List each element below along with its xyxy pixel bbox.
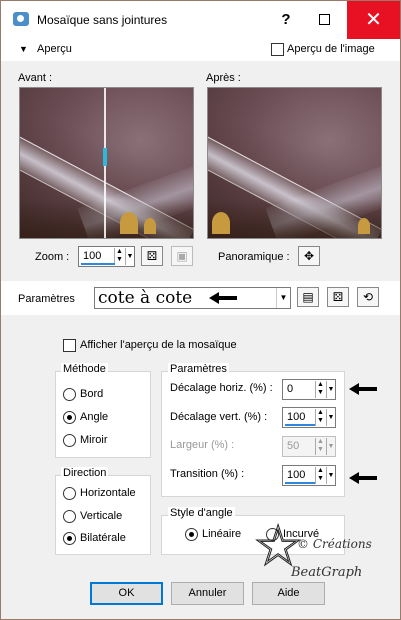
creator-watermark: ☆ © Créations BeatGraph bbox=[252, 518, 383, 591]
seam-marker[interactable] bbox=[103, 148, 107, 166]
dialog-window: Mosaïque sans jointures ? ✕ ▼ Aperçu Ape… bbox=[0, 0, 401, 620]
horiz-offset-value: 0 bbox=[287, 383, 294, 395]
after-preview-image bbox=[207, 87, 382, 239]
zoom-stepper-icon[interactable]: ▲ ▼ bbox=[114, 248, 124, 265]
show-image-label: Aperçu de l'image bbox=[287, 43, 375, 55]
app-icon bbox=[13, 12, 29, 26]
dome-shape bbox=[120, 212, 138, 234]
collapse-triangle-icon[interactable]: ▼ bbox=[19, 44, 28, 54]
dome-shape bbox=[212, 212, 230, 234]
transition-value: 100 bbox=[287, 469, 306, 481]
zoom-actual-size-button[interactable]: ▣ bbox=[171, 246, 193, 266]
preview-toggle-label[interactable]: Aperçu bbox=[37, 43, 72, 55]
save-preset-icon[interactable]: ▤ bbox=[297, 287, 319, 307]
ok-button[interactable]: OK bbox=[90, 582, 163, 605]
horiz-offset-label: Décalage horiz. (%) : bbox=[170, 382, 273, 394]
window-title: Mosaïque sans jointures bbox=[37, 13, 168, 27]
zoom-fit-button[interactable]: ⚄ bbox=[141, 246, 163, 266]
width-stepper-icon[interactable]: ▲ ▼ bbox=[315, 438, 325, 455]
title-bar: Mosaïque sans jointures ? ✕ bbox=[1, 1, 400, 39]
presets-label: Paramètres bbox=[18, 293, 75, 305]
help-button[interactable]: Aide bbox=[252, 582, 325, 605]
vert-offset-label: Décalage vert. (%) : bbox=[170, 411, 268, 423]
direction-option-label: Horizontale bbox=[80, 487, 136, 499]
after-label: Après : bbox=[206, 72, 241, 84]
dome-shape bbox=[358, 218, 370, 234]
annotation-arrow bbox=[209, 292, 237, 304]
method-radio-bord[interactable] bbox=[63, 388, 76, 401]
transition-dropdown-icon[interactable]: ▼ bbox=[326, 467, 335, 484]
direction-title: Direction bbox=[61, 467, 109, 479]
width-dropdown-icon[interactable]: ▼ bbox=[326, 438, 335, 455]
corner-option-label: Linéaire bbox=[202, 528, 242, 540]
randomize-dice-icon[interactable]: ⚄ bbox=[327, 287, 349, 307]
vert-offset-dropdown-icon[interactable]: ▼ bbox=[326, 409, 335, 426]
transition-label: Transition (%) : bbox=[170, 468, 245, 480]
city-silhouette bbox=[20, 200, 193, 238]
show-mosaic-preview-label: Afficher l'aperçu de la mosaïque bbox=[80, 339, 237, 351]
horiz-offset-dropdown-icon[interactable]: ▼ bbox=[326, 381, 335, 398]
vert-offset-stepper-icon[interactable]: ▲ ▼ bbox=[315, 409, 325, 426]
zoom-dropdown-icon[interactable]: ▼ bbox=[125, 248, 134, 265]
method-option-label: Miroir bbox=[80, 434, 108, 446]
vert-offset-level-bar bbox=[285, 424, 315, 426]
transition-spinner[interactable]: 100 ▲ ▼ ▼ bbox=[282, 465, 336, 486]
zoom-label: Zoom : bbox=[35, 251, 70, 263]
presets-dropdown[interactable]: cote à cote ▼ bbox=[94, 287, 291, 309]
horiz-offset-stepper-icon[interactable]: ▲ ▼ bbox=[315, 381, 325, 398]
cancel-button[interactable]: Annuler bbox=[171, 582, 244, 605]
vert-offset-value: 100 bbox=[287, 411, 306, 423]
direction-radio-horizontale[interactable] bbox=[63, 487, 76, 500]
direction-option-label: Bilatérale bbox=[80, 532, 126, 544]
method-radio-angle[interactable] bbox=[63, 411, 76, 424]
show-image-checkbox[interactable] bbox=[271, 43, 284, 56]
pan-label: Panoramique : bbox=[218, 251, 290, 263]
maximize-button[interactable] bbox=[301, 1, 347, 39]
pan-button[interactable]: ✥ bbox=[298, 246, 320, 266]
close-button[interactable]: ✕ bbox=[347, 1, 400, 39]
watermark-line2: BeatGraph bbox=[291, 565, 363, 580]
city-silhouette bbox=[208, 200, 381, 238]
direction-radio-bilaterale[interactable] bbox=[63, 532, 76, 545]
before-preview-image[interactable] bbox=[19, 87, 194, 239]
method-radio-miroir[interactable] bbox=[63, 434, 76, 447]
annotation-arrow bbox=[349, 472, 377, 484]
width-value: 50 bbox=[287, 440, 300, 452]
direction-radio-verticale[interactable] bbox=[63, 510, 76, 523]
parameters-title: Paramètres bbox=[168, 363, 229, 375]
zoom-level-bar bbox=[81, 263, 115, 265]
transition-stepper-icon[interactable]: ▲ ▼ bbox=[315, 467, 325, 484]
transition-level-bar bbox=[285, 482, 315, 484]
show-mosaic-preview-checkbox[interactable] bbox=[63, 339, 76, 352]
width-label: Largeur (%) : bbox=[170, 439, 235, 451]
method-option-label: Bord bbox=[80, 388, 104, 400]
corner-style-title: Style d'angle bbox=[168, 507, 235, 519]
zoom-spinner[interactable]: 100 ▲ ▼ ▼ bbox=[78, 246, 135, 267]
chevron-down-icon[interactable]: ▼ bbox=[276, 288, 290, 308]
dome-shape bbox=[144, 218, 156, 234]
method-option-label: Angle bbox=[80, 411, 109, 423]
maximize-icon bbox=[318, 14, 330, 26]
presets-value: cote à cote bbox=[98, 288, 193, 308]
watermark-line1: © Créations bbox=[297, 537, 372, 551]
annotation-arrow bbox=[349, 383, 377, 395]
zoom-value: 100 bbox=[83, 250, 102, 262]
vert-offset-spinner[interactable]: 100 ▲ ▼ ▼ bbox=[282, 407, 336, 428]
before-label: Avant : bbox=[18, 72, 53, 84]
corner-radio-lineaire[interactable] bbox=[185, 528, 198, 541]
direction-option-label: Verticale bbox=[80, 510, 123, 522]
width-spinner[interactable]: 50 ▲ ▼ ▼ bbox=[282, 436, 336, 457]
reset-preset-icon[interactable]: ⟲ bbox=[357, 287, 379, 307]
method-title: Méthode bbox=[61, 363, 108, 375]
horiz-offset-spinner[interactable]: 0 ▲ ▼ ▼ bbox=[282, 379, 336, 400]
